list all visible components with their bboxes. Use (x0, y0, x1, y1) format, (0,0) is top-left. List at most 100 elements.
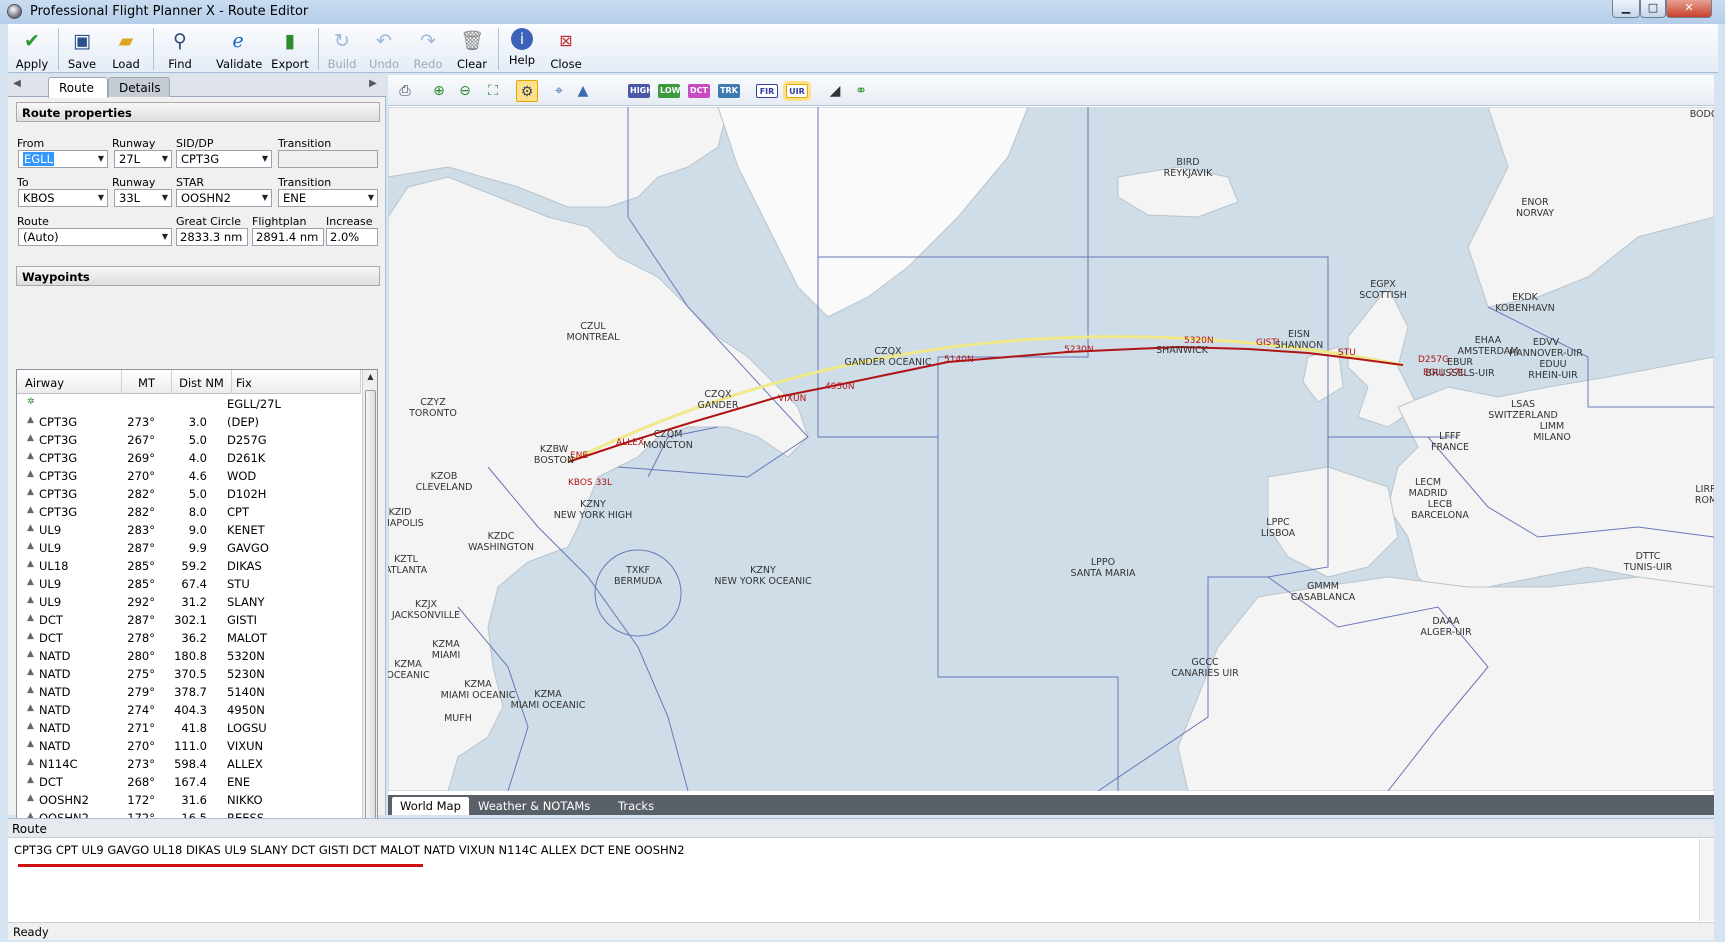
close-button[interactable]: ⊠ Close (548, 26, 584, 72)
table-row[interactable]: ✲ EGLL/27L (17, 395, 361, 413)
elevation-profile-icon[interactable]: ◢ (824, 80, 846, 102)
table-row[interactable]: ▲ NATD 279° 378.7 5140N (17, 683, 361, 701)
world-map[interactable]: BIRD REYKJAVIK CZUL MONTREAL CZQX GANDER OCEA… (388, 107, 1714, 791)
table-row[interactable]: ▲ NATD 271° 41.8 LOGSU (17, 719, 361, 737)
tracks-toggle[interactable]: TRK (718, 84, 740, 98)
scrollbar-thumb[interactable] (365, 390, 376, 860)
table-row[interactable]: ▲ DCT 287° 302.1 GISTI (17, 611, 361, 629)
col-airway[interactable]: Airway (17, 370, 122, 394)
table-row[interactable]: ▲ UL9 285° 67.4 STU (17, 575, 361, 593)
table-row[interactable]: ▲ CPT3G 267° 5.0 D257G (17, 431, 361, 449)
redo-button[interactable]: ↷ Redo (410, 26, 446, 72)
close-window-button[interactable]: ✕ (1666, 0, 1712, 18)
fir-label: EDVV (1533, 337, 1560, 348)
find-button[interactable]: ⚲ Find (158, 26, 202, 72)
table-row[interactable]: ▲ CPT3G 270° 4.6 WOD (17, 467, 361, 485)
star-combo[interactable]: OOSHN2 ▼ (176, 189, 272, 207)
undo-button[interactable]: ↶ Undo (366, 26, 402, 72)
dist-cell: 41.8 (181, 721, 207, 735)
tab-world-map[interactable]: World Map (392, 797, 469, 815)
tab-tracks[interactable]: Tracks (610, 797, 662, 815)
tab-weather-notams[interactable]: Weather & NOTAMs (470, 797, 598, 815)
map-canvas[interactable]: BIRDREYKJAVIKCZULMONTREALCZQXGANDER OCEA… (388, 107, 1714, 791)
route-text-scrollbar[interactable] (1699, 839, 1714, 921)
airway-cell: UL9 (39, 541, 62, 555)
dist-cell: 67.4 (181, 577, 207, 591)
route-string-text[interactable]: CPT3G CPT UL9 GAVGO UL18 DIKAS UL9 SLANY… (14, 843, 685, 857)
arr-runway-value: 33L (119, 191, 141, 205)
tab-details[interactable]: Details (108, 77, 170, 97)
tab-route[interactable]: Route (48, 77, 108, 98)
to-combo[interactable]: KBOS ▼ (18, 189, 108, 207)
low-airways-toggle[interactable]: LOW (658, 84, 680, 98)
increase-field: 2.0% (326, 228, 378, 246)
table-row[interactable]: ▲ N114C 273° 598.4 ALLEX (17, 755, 361, 773)
fir-toggle[interactable]: FIR (756, 84, 778, 98)
table-row[interactable]: ▲ UL18 285° 59.2 DIKAS (17, 557, 361, 575)
from-combo[interactable]: EGLL ▼ (18, 150, 108, 168)
minimize-button[interactable]: ▁ (1612, 0, 1640, 18)
dct-toggle[interactable]: DCT (688, 84, 710, 98)
fir-sublabel: TUNIS-UIR (1623, 562, 1673, 573)
dep-transition-combo[interactable] (278, 150, 378, 168)
table-row[interactable]: ▲ UL9 292° 31.2 SLANY (17, 593, 361, 611)
link-icon[interactable]: ⚭ (850, 80, 872, 102)
sid-combo[interactable]: CPT3G ▼ (176, 150, 272, 168)
col-fix[interactable]: Fix (232, 370, 361, 394)
dep-runway-combo[interactable]: 27L ▼ (114, 150, 172, 168)
validate-button[interactable]: ℯ Validate (216, 26, 262, 72)
route-waypoint-label: STU (1338, 348, 1356, 358)
table-row[interactable]: ▲ DCT 278° 36.2 MALOT (17, 629, 361, 647)
table-row[interactable]: ▲ NATD 275° 370.5 5230N (17, 665, 361, 683)
maximize-button[interactable]: □ (1640, 0, 1666, 18)
zoom-in-icon[interactable]: ⊕ (428, 80, 450, 102)
table-row[interactable]: ▲ CPT3G 273° 3.0 (DEP) (17, 413, 361, 431)
route-combo[interactable]: (Auto) ▼ (18, 228, 172, 246)
waypoint-icon: ▲ (27, 793, 34, 803)
table-row[interactable]: ▲ UL9 283° 9.0 KENET (17, 521, 361, 539)
arr-transition-combo[interactable]: ENE ▼ (278, 189, 378, 207)
mt-cell: 285° (127, 577, 155, 591)
mt-cell: 271° (127, 721, 155, 735)
load-button[interactable]: ▰ Load (106, 26, 146, 72)
fir-label: ENOR (1521, 197, 1549, 208)
fix-cell: 4950N (227, 703, 265, 717)
export-button[interactable]: ▮ Export (270, 26, 310, 72)
zoom-fit-icon[interactable]: ⛶ (482, 80, 504, 102)
table-row[interactable]: ▲ CPT3G 269° 4.0 D261K (17, 449, 361, 467)
waypoint-icon: ▲ (27, 649, 34, 659)
help-button[interactable]: i Help (504, 26, 540, 72)
table-row[interactable]: ▲ NATD 270° 111.0 VIXUN (17, 737, 361, 755)
zoom-out-icon[interactable]: ⊖ (454, 80, 476, 102)
waypoint-triangle-icon[interactable]: ▲ (572, 80, 594, 102)
save-button[interactable]: ▣ Save (62, 26, 102, 72)
fir-sublabel: MILANO (1533, 432, 1571, 443)
chevron-down-icon: ▼ (161, 154, 168, 163)
fir-sublabel: TORONTO (408, 408, 457, 419)
tab-scroll-left-icon[interactable]: ◀ (10, 78, 24, 94)
center-crosshair-icon[interactable]: ⌖ (548, 80, 570, 102)
table-row[interactable]: ▲ CPT3G 282° 8.0 CPT (17, 503, 361, 521)
table-row[interactable]: ▲ NATD 274° 404.3 4950N (17, 701, 361, 719)
high-airways-toggle[interactable]: HIGH (628, 84, 653, 98)
clear-button[interactable]: 🗑 Clear (454, 26, 490, 72)
scroll-up-icon[interactable]: ▲ (363, 372, 377, 381)
table-row[interactable]: ▲ CPT3G 282° 5.0 D102H (17, 485, 361, 503)
waypoint-icon: ▲ (27, 451, 34, 461)
apply-button[interactable]: ✔ Apply (12, 26, 52, 72)
table-row[interactable]: ▲ OOSHN2 172° 31.6 NIKKO (17, 791, 361, 809)
fir-label: KZBW (540, 444, 569, 455)
uir-toggle[interactable]: UIR (786, 84, 808, 98)
settings-gear-icon[interactable]: ⚙ (516, 80, 538, 102)
table-row[interactable]: ▲ DCT 268° 167.4 ENE (17, 773, 361, 791)
tab-scroll-right-icon[interactable]: ▶ (366, 78, 380, 94)
col-mt[interactable]: MT (122, 370, 172, 394)
build-button[interactable]: ↻ Build (324, 26, 360, 72)
fir-label: LPPC (1266, 517, 1290, 528)
arr-runway-combo[interactable]: 33L ▼ (114, 189, 172, 207)
col-dist[interactable]: Dist NM (172, 370, 232, 394)
table-row[interactable]: ▲ NATD 280° 180.8 5320N (17, 647, 361, 665)
waypoints-scrollbar[interactable]: ▲ ▼ (362, 370, 377, 886)
table-row[interactable]: ▲ UL9 287° 9.9 GAVGO (17, 539, 361, 557)
print-icon[interactable]: ⎙ (394, 80, 416, 102)
